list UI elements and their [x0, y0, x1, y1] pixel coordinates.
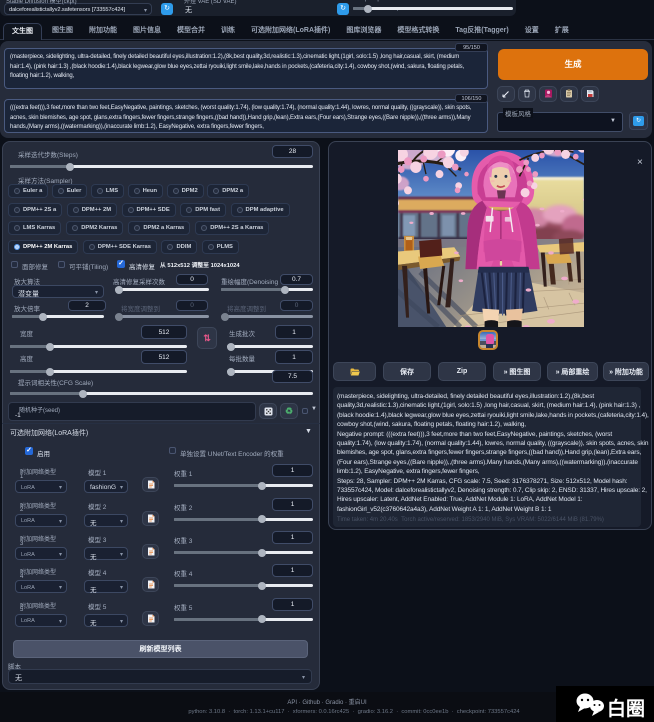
svg-text:白圈: 白圈: [607, 697, 645, 719]
